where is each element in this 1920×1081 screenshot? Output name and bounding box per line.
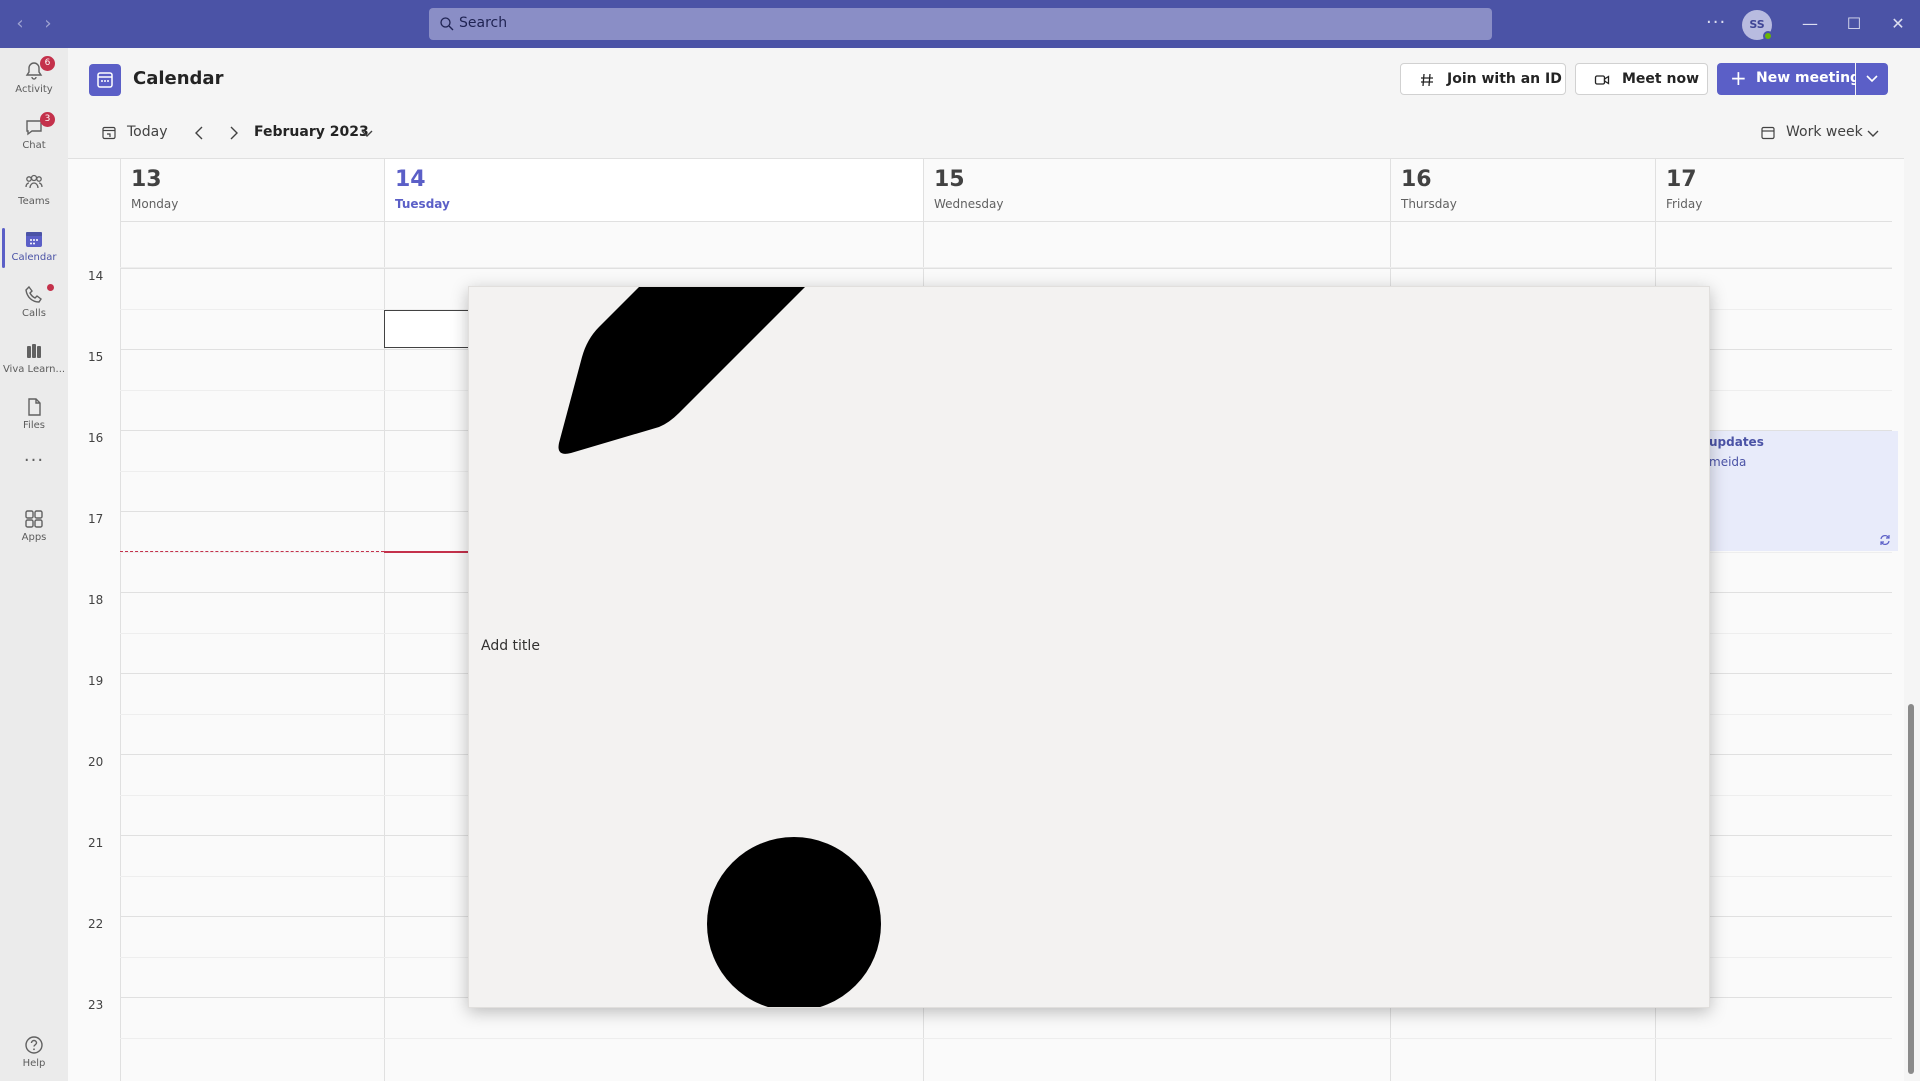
- avatar[interactable]: SS: [1742, 10, 1773, 41]
- new-meeting-dropdown-button[interactable]: [1856, 63, 1888, 95]
- rail-item-files[interactable]: Files: [0, 388, 68, 442]
- column-divider: [384, 221, 385, 1081]
- page-title: Calendar: [133, 68, 224, 89]
- rail-item-calls[interactable]: Calls: [0, 276, 68, 330]
- calls-dot-badge: [47, 284, 54, 291]
- chevron-down-icon[interactable]: [360, 127, 374, 141]
- join-with-id-button[interactable]: Join with an ID: [1400, 63, 1566, 95]
- calendar-view-icon: [1761, 126, 1775, 140]
- add-title-field[interactable]: Add title: [481, 638, 540, 654]
- previous-week-chevron-icon[interactable]: [191, 124, 207, 142]
- status-available-icon: [1763, 31, 1773, 41]
- maximize-icon[interactable]: ☐: [1842, 12, 1866, 36]
- circle-shape: [707, 837, 881, 1007]
- rail-item-viva-learning[interactable]: Viva Learn...: [0, 332, 68, 386]
- minimize-icon[interactable]: —: [1798, 12, 1822, 36]
- apps-icon: [25, 510, 43, 528]
- chevron-down-icon: [1866, 75, 1878, 83]
- vertical-scrollbar[interactable]: [1908, 704, 1914, 1074]
- day-header-tuesday[interactable]: 14 Tuesday: [384, 159, 923, 221]
- rail-more-button[interactable]: ···: [0, 444, 68, 474]
- recurring-icon: [1880, 535, 1890, 545]
- hour-label: 21: [88, 836, 104, 850]
- hour-label: 14: [88, 269, 104, 283]
- rail-item-calendar[interactable]: Calendar: [0, 220, 68, 274]
- rail-label: Files: [23, 420, 45, 431]
- more-horizontal-icon: ···: [23, 450, 45, 471]
- search-icon: [440, 17, 454, 31]
- forward-arrow-icon[interactable]: ›: [38, 14, 58, 34]
- rail-label: Activity: [15, 84, 53, 95]
- rail-item-apps[interactable]: Apps: [0, 500, 68, 554]
- chevron-down-icon: [1867, 130, 1879, 137]
- hour-label: 15: [88, 350, 104, 364]
- title-bar: ‹ › Search ··· SS — ☐ ✕: [0, 0, 1920, 48]
- rail-item-help[interactable]: Help: [0, 1026, 68, 1080]
- file-icon: [28, 398, 41, 416]
- rail-label: Chat: [22, 140, 46, 151]
- rail-label: Calls: [22, 308, 46, 319]
- video-camera-icon: [1594, 75, 1610, 85]
- month-picker[interactable]: February 2023: [254, 124, 369, 140]
- new-meeting-button[interactable]: + New meeting: [1717, 63, 1860, 95]
- hour-gridline: [120, 268, 1892, 269]
- current-time-line-past: [120, 551, 384, 552]
- rail-label: Apps: [21, 532, 47, 543]
- hour-label: 18: [88, 593, 104, 607]
- help-icon: [25, 1036, 43, 1054]
- hour-label: 23: [88, 998, 104, 1012]
- calendar-today-icon: [102, 126, 116, 140]
- day-header-monday[interactable]: 13 Monday: [120, 159, 384, 221]
- event-title: updates: [1709, 435, 1764, 449]
- books-icon: [27, 344, 41, 358]
- avatar-initials: SS: [1749, 18, 1765, 31]
- event-organizer: meida: [1709, 455, 1747, 469]
- activity-badge: 6: [40, 56, 55, 71]
- rail-label: Help: [22, 1058, 46, 1069]
- next-week-chevron-icon[interactable]: [226, 124, 242, 142]
- rail-item-activity[interactable]: Activity 6: [0, 52, 68, 106]
- hour-label: 16: [88, 431, 104, 445]
- calendar-icon: [26, 232, 42, 247]
- phone-icon: [25, 285, 42, 303]
- hour-gridline: [120, 221, 1892, 222]
- calendar-app-icon: [89, 64, 121, 96]
- meet-now-button[interactable]: Meet now: [1575, 63, 1708, 95]
- back-arrow-icon[interactable]: ‹: [10, 14, 30, 34]
- rail-label: Teams: [18, 196, 50, 207]
- plus-icon: +: [1730, 66, 1747, 90]
- search-input[interactable]: Search: [429, 8, 1492, 40]
- chat-badge: 3: [40, 112, 55, 127]
- rail-label: Calendar: [11, 252, 57, 263]
- hour-label: 20: [88, 755, 104, 769]
- close-icon[interactable]: ✕: [1886, 12, 1910, 36]
- search-placeholder: Search: [459, 15, 508, 31]
- rail-label: Viva Learn...: [2, 364, 66, 375]
- half-hour-gridline: [120, 1038, 1892, 1039]
- day-header-thursday[interactable]: 16 Thursday: [1390, 159, 1655, 221]
- teams-icon: [25, 174, 43, 189]
- hour-label: 17: [88, 512, 104, 526]
- pen-icon: [558, 287, 805, 454]
- rail-item-teams[interactable]: Teams: [0, 164, 68, 218]
- day-header-wednesday[interactable]: 15 Wednesday: [923, 159, 1390, 221]
- hour-label: 22: [88, 917, 104, 931]
- hour-label: 19: [88, 674, 104, 688]
- app-rail: Activity 6 Chat 3 Teams Calendar Calls V…: [0, 48, 68, 1081]
- hashtag-icon: [1421, 73, 1433, 87]
- day-header-friday[interactable]: 17 Friday: [1655, 159, 1904, 221]
- new-event-overlay: Add title: [468, 286, 1710, 1008]
- rail-item-chat[interactable]: Chat 3: [0, 108, 68, 162]
- more-options-icon[interactable]: ···: [1706, 12, 1726, 33]
- column-divider: [120, 221, 121, 1081]
